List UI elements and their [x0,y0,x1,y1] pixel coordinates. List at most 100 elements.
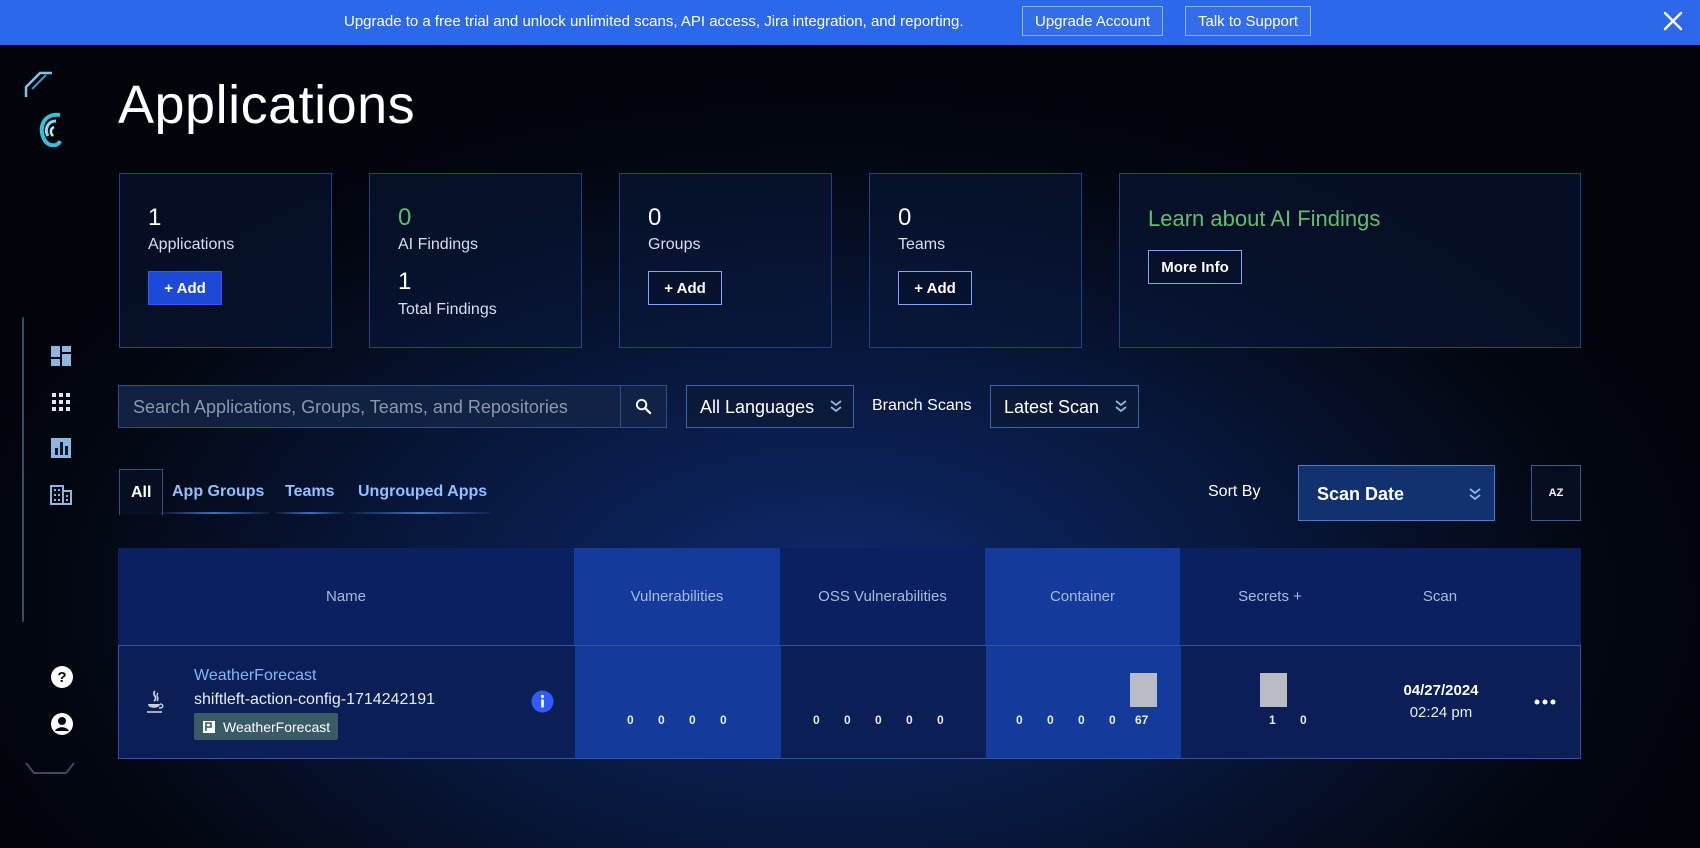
info-icon[interactable] [531,690,554,713]
applications-card: 1 Applications + Add [119,173,332,348]
sidebar-bottom-bracket [25,762,75,774]
talk-to-support-button[interactable]: Talk to Support [1185,6,1312,36]
add-team-button[interactable]: + Add [898,271,972,305]
upgrade-banner: Upgrade to a free trial and unlock unlim… [0,0,1700,45]
search-button[interactable] [620,385,667,428]
applications-grid-icon[interactable] [50,391,72,413]
learn-ai-findings-card: Learn about AI Findings More Info [1119,173,1581,348]
branch-scans-select-value: Latest Scan [1004,397,1100,417]
vulnerabilities-cell: 0 0 0 0 [575,646,781,758]
add-group-button[interactable]: + Add [648,271,722,305]
column-header-oss-vulnerabilities[interactable]: OSS Vulnerabilities [780,548,985,645]
branch-scans-select[interactable]: Latest Scan [990,385,1139,428]
menu-toggle-icon[interactable] [22,67,58,105]
teams-label: Teams [898,236,946,253]
total-findings-label: Total Findings [398,301,497,318]
tab-underline [160,512,270,514]
tab-teams[interactable]: Teams [285,469,335,515]
sort-by-select[interactable]: Scan Date [1298,465,1495,521]
logo-icon[interactable] [34,109,64,149]
secrets-cell: 1 0 [1181,646,1361,758]
tab-underline [276,512,344,514]
tab-underline [350,512,490,514]
column-header-name[interactable]: Name [118,548,574,645]
svg-text:?: ? [57,669,66,686]
container-count: 67 [1135,713,1149,727]
secrets-count: 0 [1300,713,1307,727]
more-options-icon[interactable] [1534,698,1556,706]
scan-time: 02:24 pm [1409,704,1473,721]
total-findings-count: 1 [398,268,412,295]
sort-order-button[interactable]: AZ [1531,465,1581,521]
reports-icon[interactable] [50,437,72,459]
search-input[interactable]: Search Applications, Groups, Teams, and … [118,385,621,428]
chevron-down-icon [1469,488,1481,501]
container-cell: 0 0 0 0 67 [986,646,1181,758]
learn-ai-findings-title: Learn about AI Findings [1148,206,1381,231]
oss-vulnerability-count: 0 [937,713,944,727]
vulnerability-count: 0 [689,713,696,727]
scan-date: 04/27/2024 [1403,682,1479,699]
more-info-button[interactable]: More Info [1148,250,1242,284]
page-title: Applications [118,75,416,135]
repository-icon [203,720,215,733]
groups-label: Groups [648,236,701,253]
user-profile-icon[interactable] [50,712,74,736]
oss-vulnerability-count: 0 [906,713,913,727]
sidebar-rail [22,317,42,622]
chevron-down-icon [1115,400,1127,413]
app-repository: shiftleft-action-config-1714242191 [194,691,436,708]
container-count: 0 [1109,713,1116,727]
teams-card: 0 Teams + Add [869,173,1082,348]
branch-scans-label: Branch Scans [872,397,972,414]
search-icon [635,398,652,415]
table-row[interactable]: WeatherForecast shiftleft-action-config-… [118,645,1581,759]
column-header-secrets[interactable]: Secrets + [1180,548,1360,645]
banner-message: Upgrade to a free trial and unlock unlim… [344,13,964,30]
ai-findings-count: 0 [398,204,412,231]
tab-ungrouped-apps[interactable]: Ungrouped Apps [358,469,487,515]
oss-vulnerability-count: 0 [844,713,851,727]
oss-vulnerability-count: 0 [813,713,820,727]
close-icon[interactable] [1662,10,1684,32]
add-application-button[interactable]: + Add [148,271,222,305]
secrets-findings-bar [1260,673,1287,707]
java-icon [147,690,164,713]
vulnerability-count: 0 [658,713,665,727]
column-header-scan[interactable]: Scan [1360,548,1520,645]
oss-vulnerability-count: 0 [875,713,882,727]
app-name-link[interactable]: WeatherForecast [194,667,316,685]
languages-select[interactable]: All Languages [686,385,854,428]
sort-by-label: Sort By [1208,483,1261,500]
ai-findings-card: 0 AI Findings 1 Total Findings [369,173,582,348]
app-tag-label: WeatherForecast [223,718,331,735]
teams-count: 0 [898,204,912,231]
app-tag[interactable]: WeatherForecast [194,713,339,740]
groups-count: 0 [648,204,662,231]
applications-count: 1 [148,204,162,231]
tab-app-groups[interactable]: App Groups [172,469,264,515]
upgrade-account-button[interactable]: Upgrade Account [1022,6,1164,36]
help-icon[interactable]: ? [50,665,74,689]
sidebar: ? [0,45,100,848]
dashboard-icon[interactable] [50,345,72,367]
ai-findings-label: AI Findings [398,236,479,253]
column-header-vulnerabilities[interactable]: Vulnerabilities [574,548,780,645]
vulnerability-count: 0 [720,713,727,727]
groups-card: 0 Groups + Add [619,173,832,348]
sort-by-select-value: Scan Date [1317,484,1405,504]
organization-icon[interactable] [50,483,72,505]
languages-select-value: All Languages [700,397,815,417]
secrets-count: 1 [1269,713,1276,727]
container-count: 0 [1016,713,1023,727]
table-header: Name Vulnerabilities OSS Vulnerabilities… [118,548,1581,645]
vulnerability-count: 0 [627,713,634,727]
sort-order-label: AZ [1548,487,1564,499]
applications-label: Applications [148,236,235,253]
column-header-container[interactable]: Container [985,548,1180,645]
oss-vulnerabilities-cell: 0 0 0 0 0 [781,646,986,758]
chevron-down-icon [830,400,842,413]
tab-all[interactable]: All [119,469,164,515]
container-findings-bar [1130,673,1157,707]
container-count: 0 [1078,713,1085,727]
